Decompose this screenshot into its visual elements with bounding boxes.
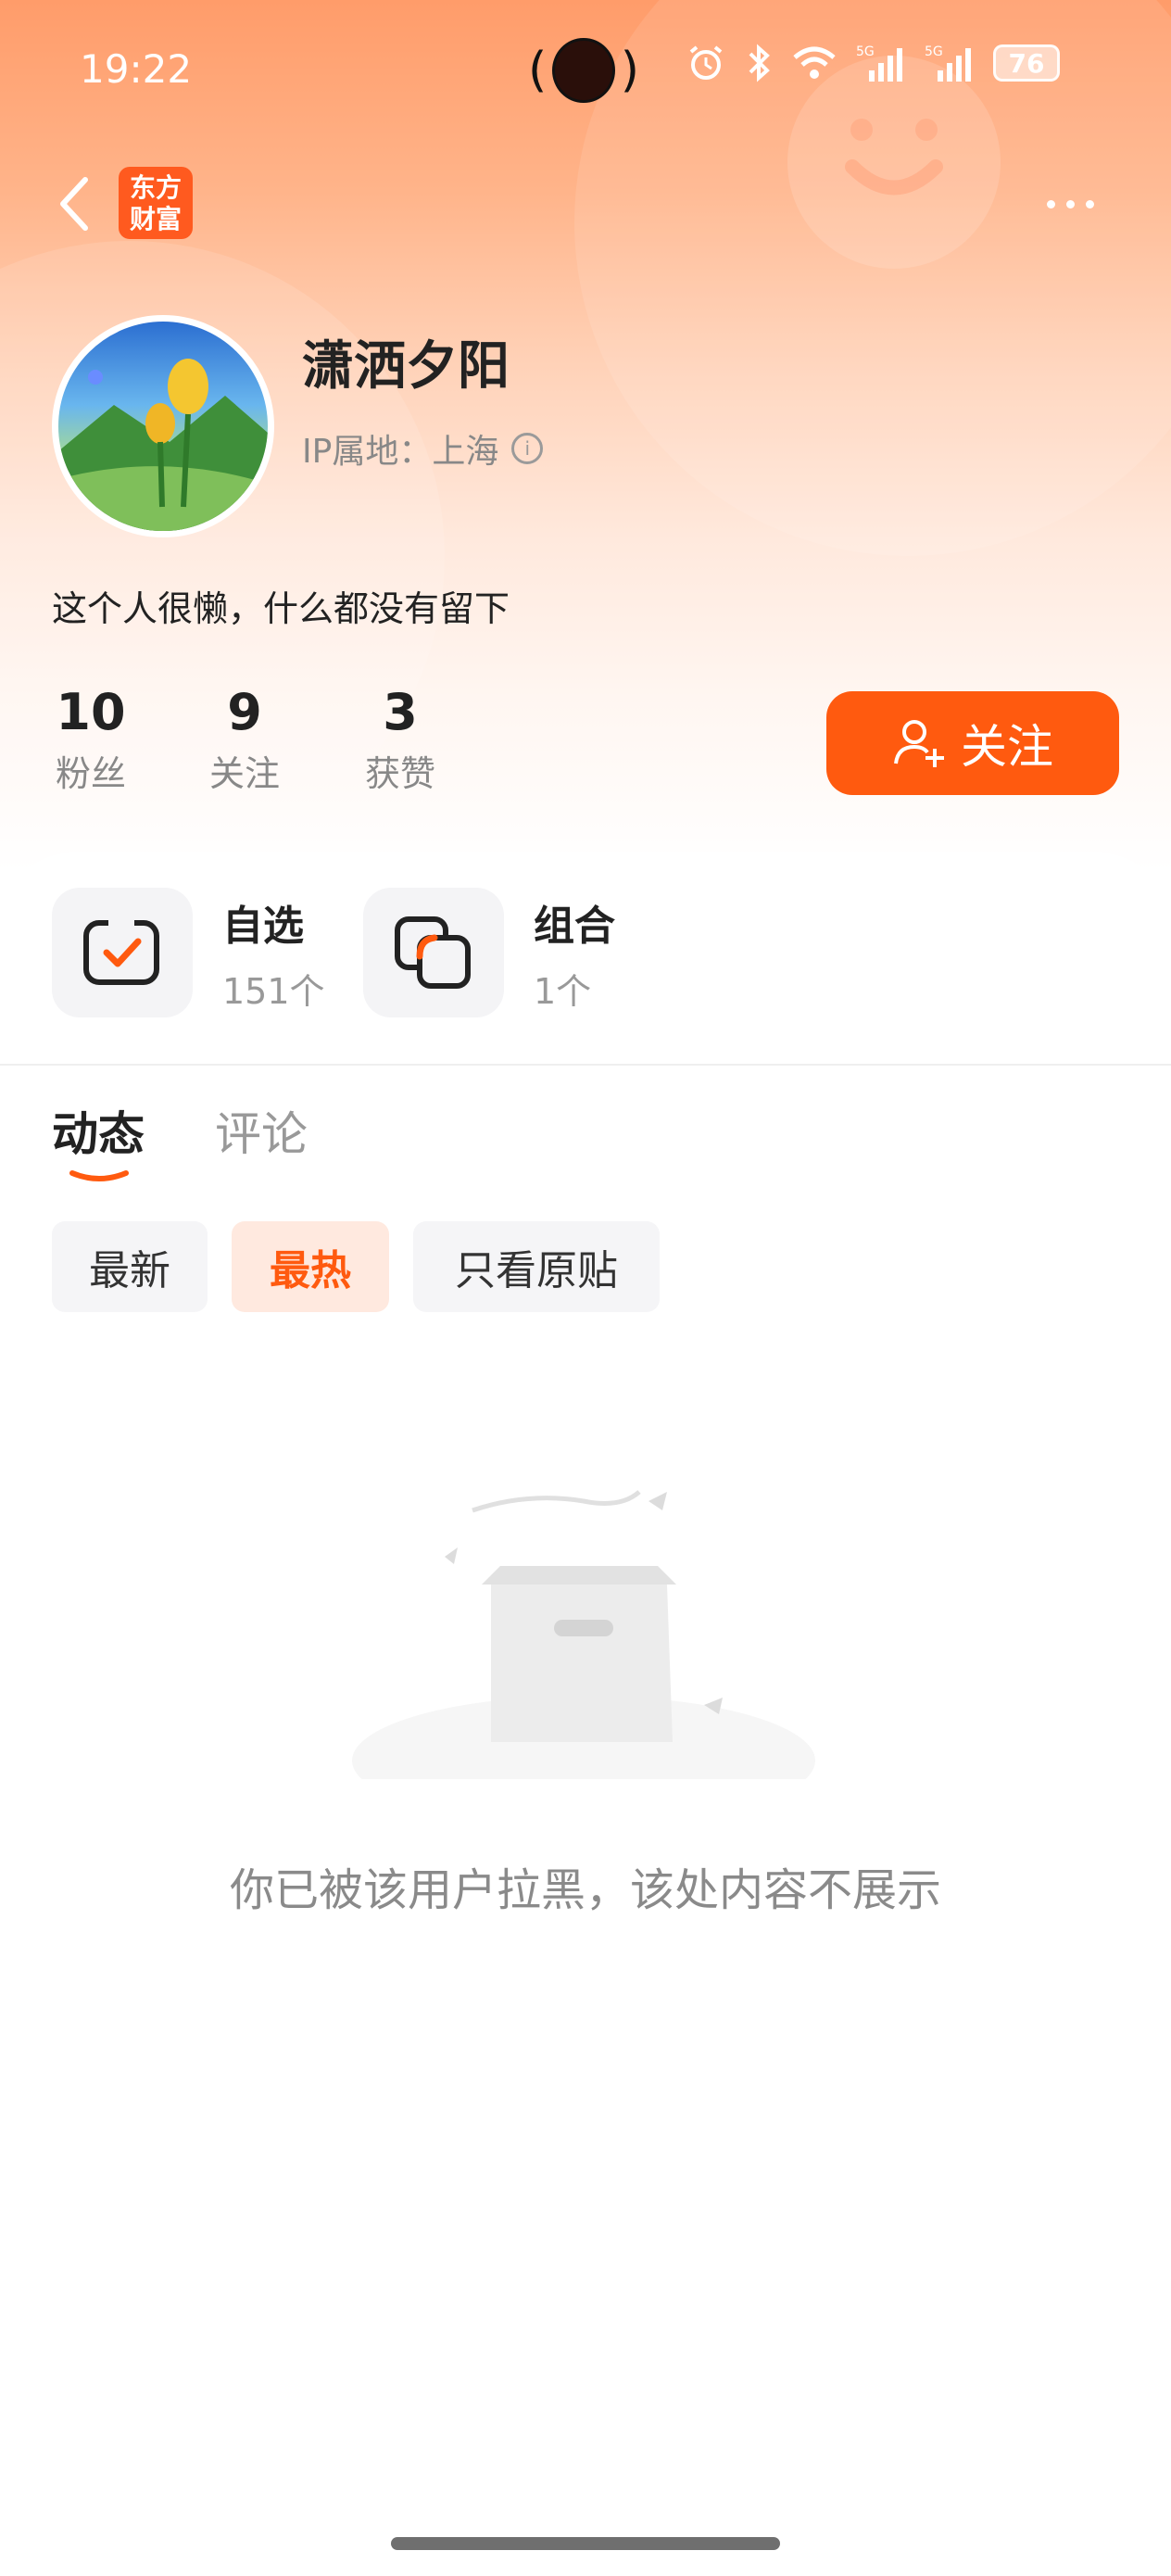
status-time: 19:22 (80, 46, 193, 92)
watchlist-icon-box (52, 888, 193, 1017)
checkbox-check-icon (83, 917, 159, 985)
info-icon[interactable]: i (511, 433, 544, 464)
ip-location: IP属地：上海 (302, 433, 499, 471)
filter-hottest[interactable]: 最热 (232, 1221, 389, 1312)
watchlist-title: 自选 (222, 902, 304, 950)
watchlist-count: 151个 (222, 970, 325, 1012)
overlapping-squares-icon (395, 916, 471, 989)
stat-value: 10 (56, 683, 126, 741)
add-user-icon (894, 720, 944, 767)
empty-box-illustration (343, 1483, 825, 1825)
stat-fans[interactable]: 10 粉丝 (35, 684, 146, 796)
ip-location-row: IP属地：上海 i (302, 424, 544, 473)
signal-5g-icon: 5G (925, 44, 971, 82)
more-options-button[interactable] (1047, 185, 1112, 222)
smiley-watermark-icon (787, 56, 1001, 269)
active-tab-indicator (69, 1170, 129, 1181)
filter-original-only[interactable]: 只看原贴 (413, 1221, 660, 1312)
watchlist-entry[interactable]: 自选 151个 (52, 888, 325, 1017)
portfolio-icon-box (363, 888, 504, 1017)
avatar[interactable] (52, 315, 274, 537)
stat-label: 关注 (208, 753, 280, 794)
svg-text:5G: 5G (925, 44, 943, 59)
filter-latest[interactable]: 最新 (52, 1221, 208, 1312)
more-dot-icon (1047, 199, 1055, 208)
username: 潇洒夕阳 (302, 336, 510, 397)
bluetooth-icon (749, 44, 770, 82)
portfolio-count: 1个 (534, 970, 592, 1012)
signal-5g-icon: 5G (856, 44, 902, 82)
stat-label: 粉丝 (55, 753, 126, 794)
portfolio-title: 组合 (534, 902, 615, 950)
home-indicator[interactable] (391, 2537, 780, 2550)
alarm-icon (689, 45, 723, 80)
stat-following[interactable]: 9 关注 (189, 684, 300, 796)
battery-indicator: 76 (993, 44, 1060, 82)
stat-value: 3 (383, 683, 418, 741)
more-dot-icon (1086, 199, 1094, 208)
back-button[interactable] (48, 167, 104, 241)
more-dot-icon (1066, 199, 1075, 208)
stat-value: 9 (227, 683, 262, 741)
follow-label: 关注 (961, 720, 1053, 774)
recording-indicator: () (528, 35, 639, 106)
stat-label: 获赞 (364, 753, 435, 794)
portfolio-entry[interactable]: 组合 1个 (363, 888, 615, 1017)
stat-likes[interactable]: 3 获赞 (345, 684, 456, 796)
user-bio: 这个人很懒，什么都没有留下 (52, 588, 510, 629)
chevron-left-icon (60, 177, 88, 231)
tab-dynamics[interactable]: 动态 (52, 1097, 145, 1164)
status-icons: 5G 5G 76 (686, 43, 1060, 83)
section-divider (0, 1064, 1171, 1066)
empty-state-message: 你已被该用户拉黑，该处内容不展示 (229, 1864, 941, 1916)
app-logo: 东方 财富 (119, 167, 193, 239)
logo-text-line2: 财富 (129, 204, 182, 234)
follow-button[interactable]: 关注 (826, 691, 1119, 795)
svg-text:5G: 5G (856, 44, 875, 59)
wifi-icon (793, 46, 836, 79)
tab-comments[interactable]: 评论 (215, 1097, 308, 1164)
logo-text-line1: 东方 (129, 172, 182, 203)
